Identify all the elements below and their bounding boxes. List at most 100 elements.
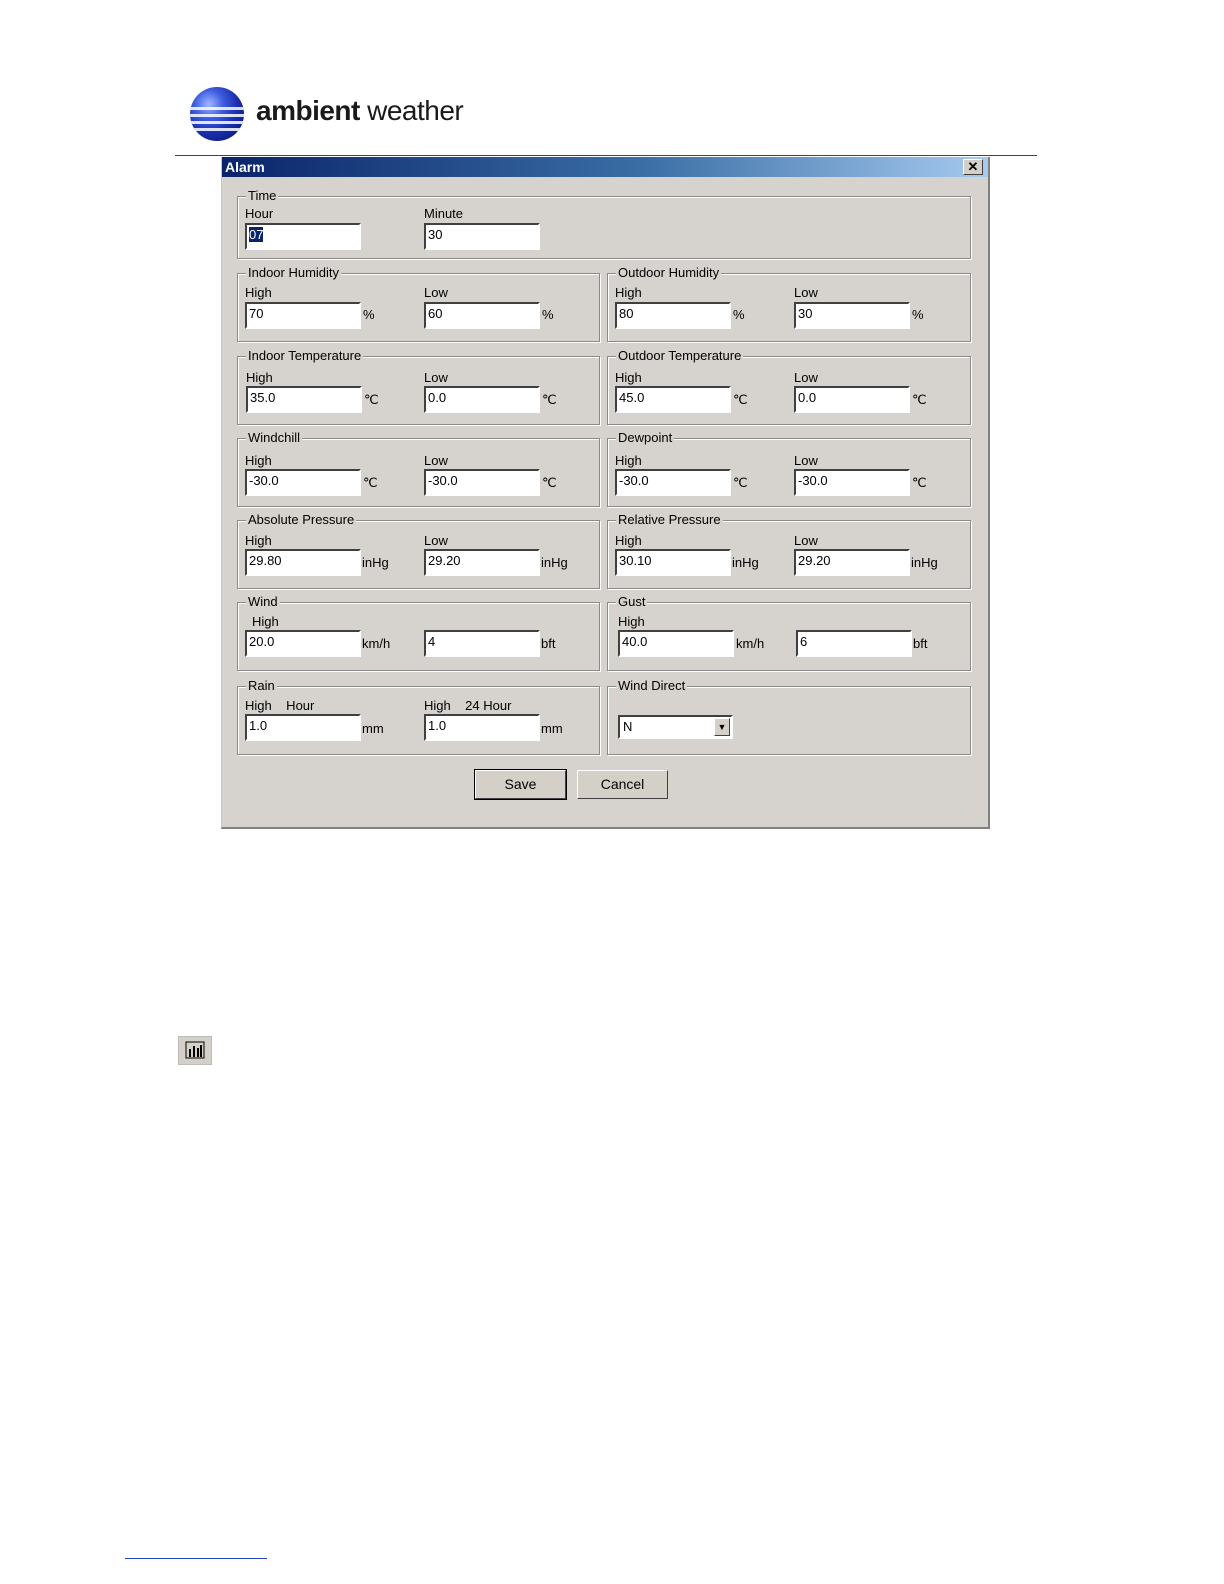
- outdoor-temperature-low-label: Low: [794, 370, 818, 385]
- outdoor-temperature-high-input[interactable]: 45.0: [615, 386, 731, 413]
- indoor-temperature-low-label: Low: [424, 370, 448, 385]
- indoor-humidity-low-input[interactable]: 60: [424, 302, 540, 329]
- hour-label: Hour: [245, 206, 274, 221]
- indoor-humidity-high-unit: %: [363, 307, 375, 322]
- wind-direct-title: Wind Direct: [616, 678, 688, 693]
- relative-pressure-group: Relative Pressure High 30.10 inHg Low 29…: [607, 512, 971, 589]
- indoor-temperature-low-input[interactable]: 0.0: [424, 386, 540, 413]
- dewpoint-group: Dewpoint High -30.0 ℃ Low -30.0 ℃: [607, 430, 971, 507]
- brand-bold: ambient: [256, 95, 360, 126]
- close-button[interactable]: ✕: [963, 159, 983, 175]
- wind-title: Wind: [246, 594, 280, 609]
- outdoor-humidity-low-label: Low: [794, 285, 818, 300]
- outdoor-humidity-low-input[interactable]: 30: [794, 302, 910, 329]
- gust-high-label: High: [618, 614, 645, 629]
- rain-24hour-unit: mm: [541, 721, 563, 736]
- outdoor-temperature-high-unit: ℃: [733, 392, 748, 407]
- absolute-pressure-high-label: High: [245, 533, 272, 548]
- outdoor-temperature-title: Outdoor Temperature: [616, 348, 744, 363]
- brand-light: weather: [367, 95, 464, 126]
- wind-direct-value: N: [623, 719, 633, 734]
- rain-hour-unit: mm: [362, 721, 384, 736]
- rain-group: Rain High Hour 1.0 mm High 24 Hour 1.0 m…: [237, 678, 600, 755]
- indoor-temperature-high-input[interactable]: 35.0: [246, 386, 362, 413]
- rain-24hour-label: High 24 Hour: [424, 698, 512, 713]
- absolute-pressure-high-unit: inHg: [362, 555, 389, 570]
- dewpoint-high-input[interactable]: -30.0: [615, 469, 731, 496]
- dewpoint-low-input[interactable]: -30.0: [794, 469, 910, 496]
- indoor-humidity-high-label: High: [245, 285, 272, 300]
- relative-pressure-low-unit: inHg: [911, 555, 938, 570]
- absolute-pressure-title: Absolute Pressure: [246, 512, 357, 527]
- windchill-group: Windchill High -30.0 ℃ Low -30.0 ℃: [237, 430, 600, 507]
- wind-bft-input[interactable]: 4: [424, 630, 540, 657]
- minute-label: Minute: [424, 206, 464, 221]
- indoor-temperature-title: Indoor Temperature: [246, 348, 364, 363]
- dialog-titlebar[interactable]: Alarm ✕: [222, 157, 988, 177]
- chevron-down-icon[interactable]: ▼: [714, 718, 730, 736]
- minute-input[interactable]: 30: [424, 223, 540, 250]
- absolute-pressure-high-input[interactable]: 29.80: [245, 549, 361, 576]
- outdoor-temperature-low-input[interactable]: 0.0: [794, 386, 910, 413]
- windchill-low-unit: ℃: [542, 475, 557, 490]
- windchill-high-unit: ℃: [363, 475, 378, 490]
- outdoor-humidity-group: Outdoor Humidity High 80 % Low 30 %: [607, 265, 971, 342]
- alarm-dialog: Alarm ✕ Time Hour 07 Minute 30 Indoor Hu…: [221, 157, 990, 829]
- time-group-title: Time: [246, 188, 279, 203]
- indoor-humidity-high-input[interactable]: 70: [245, 302, 361, 329]
- windchill-high-input[interactable]: -30.0: [245, 469, 361, 496]
- rain-24hour-input[interactable]: 1.0: [424, 714, 540, 741]
- wind-speed-input[interactable]: 20.0: [245, 630, 361, 657]
- gust-bft-input[interactable]: 6: [796, 630, 912, 657]
- outdoor-humidity-high-input[interactable]: 80: [615, 302, 731, 329]
- wind-speed-unit: km/h: [362, 636, 391, 651]
- outdoor-humidity-high-label: High: [615, 285, 642, 300]
- relative-pressure-high-label: High: [615, 533, 642, 548]
- outdoor-humidity-title: Outdoor Humidity: [616, 265, 722, 280]
- dewpoint-high-label: High: [615, 453, 642, 468]
- time-group: Time Hour 07 Minute 30: [237, 188, 971, 259]
- absolute-pressure-low-label: Low: [424, 533, 448, 548]
- windchill-title: Windchill: [246, 430, 303, 445]
- indoor-temperature-high-label: High: [246, 370, 273, 385]
- wind-high-label: High: [252, 614, 279, 629]
- dewpoint-low-unit: ℃: [912, 475, 927, 490]
- dewpoint-title: Dewpoint: [616, 430, 675, 445]
- relative-pressure-low-label: Low: [794, 533, 818, 548]
- outdoor-temperature-low-unit: ℃: [912, 392, 927, 407]
- rain-hour-input[interactable]: 1.0: [245, 714, 361, 741]
- gust-speed-unit: km/h: [736, 636, 765, 651]
- outdoor-temperature-high-label: High: [615, 370, 642, 385]
- wind-bft-unit: bft: [541, 636, 556, 651]
- rain-hour-label: High Hour: [245, 698, 315, 713]
- indoor-humidity-title: Indoor Humidity: [246, 265, 342, 280]
- outdoor-humidity-low-unit: %: [912, 307, 924, 322]
- windchill-low-label: Low: [424, 453, 448, 468]
- dewpoint-low-label: Low: [794, 453, 818, 468]
- cancel-button[interactable]: Cancel: [577, 770, 668, 799]
- globe-logo-icon: [190, 87, 244, 141]
- indoor-humidity-low-unit: %: [542, 307, 554, 322]
- outdoor-humidity-high-unit: %: [733, 307, 745, 322]
- hour-input[interactable]: 07: [245, 223, 361, 250]
- indoor-temperature-high-unit: ℃: [364, 392, 379, 407]
- gust-group: Gust High 40.0 km/h 6 bft: [607, 594, 971, 671]
- relative-pressure-title: Relative Pressure: [616, 512, 723, 527]
- indoor-humidity-low-label: Low: [424, 285, 448, 300]
- windchill-low-input[interactable]: -30.0: [424, 469, 540, 496]
- dewpoint-high-unit: ℃: [733, 475, 748, 490]
- indoor-temperature-group: Indoor Temperature High 35.0 ℃ Low 0.0 ℃: [237, 348, 600, 425]
- gust-title: Gust: [616, 594, 648, 609]
- rain-title: Rain: [246, 678, 277, 693]
- relative-pressure-high-input[interactable]: 30.10: [615, 549, 731, 576]
- absolute-pressure-group: Absolute Pressure High 29.80 inHg Low 29…: [237, 512, 600, 589]
- bar-chart-icon[interactable]: [178, 1036, 212, 1065]
- wind-group: Wind High 20.0 km/h 4 bft: [237, 594, 600, 671]
- absolute-pressure-low-input[interactable]: 29.20: [424, 549, 540, 576]
- relative-pressure-low-input[interactable]: 29.20: [794, 549, 910, 576]
- gust-speed-input[interactable]: 40.0: [618, 630, 734, 657]
- relative-pressure-high-unit: inHg: [732, 555, 759, 570]
- absolute-pressure-low-unit: inHg: [541, 555, 568, 570]
- save-button[interactable]: Save: [474, 769, 567, 800]
- wind-direct-select[interactable]: N ▼: [618, 715, 733, 739]
